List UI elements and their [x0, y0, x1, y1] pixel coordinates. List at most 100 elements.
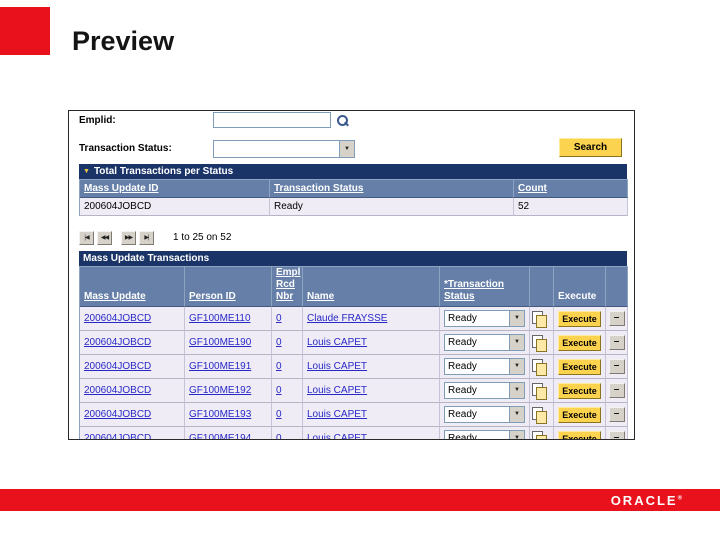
name-link[interactable]: Claude FRAYSSE [307, 313, 387, 324]
chevron-down-icon[interactable]: ▼ [509, 311, 524, 326]
person-id-link[interactable]: GF100ME193 [189, 409, 251, 420]
pagination: |◀ ◀◀ ▶▶ ▶| 1 to 25 on 52 [79, 230, 231, 245]
mass-update-link[interactable]: 200604JOBCD [84, 313, 151, 324]
mass-update-link[interactable]: 200604JOBCD [84, 337, 151, 348]
pagination-label: 1 to 25 on 52 [173, 232, 232, 243]
transfer-detail-icon[interactable] [532, 407, 547, 424]
name-link[interactable]: Louis CAPET [307, 409, 367, 420]
chevron-down-icon[interactable]: ▼ [509, 359, 524, 374]
row-status-select[interactable]: Ready ▼ [444, 310, 525, 327]
delete-row-button[interactable]: – [608, 335, 625, 350]
search-button[interactable]: Search [559, 138, 622, 157]
oracle-logo: ORACLE® [610, 493, 682, 508]
empl-rcd-link[interactable]: 0 [276, 313, 282, 324]
row-status-select[interactable]: Ready ▼ [444, 358, 525, 375]
execute-button[interactable]: Execute [558, 430, 601, 439]
execute-button[interactable]: Execute [558, 406, 601, 423]
mass-update-link[interactable]: 200604JOBCD [84, 385, 151, 396]
column-header-execute: Execute [554, 266, 606, 307]
mass-update-link[interactable]: 200604JOBCD [84, 433, 151, 439]
delete-row-button[interactable]: – [608, 431, 625, 439]
transaction-status-label: Transaction Status: [79, 143, 172, 154]
chevron-down-icon[interactable]: ▼ [509, 407, 524, 422]
column-header-transaction-status[interactable]: Transaction Status [270, 179, 514, 198]
name-link[interactable]: Louis CAPET [307, 433, 367, 439]
name-link[interactable]: Louis CAPET [307, 385, 367, 396]
last-page-button[interactable]: ▶| [139, 230, 154, 245]
transfer-detail-icon[interactable] [532, 335, 547, 352]
column-header-transaction-status[interactable]: *Transaction Status [440, 266, 530, 307]
column-header-person-id[interactable]: Person ID [185, 266, 272, 307]
person-id-link[interactable]: GF100ME110 [189, 313, 251, 324]
lookup-icon[interactable] [336, 114, 349, 127]
name-link[interactable]: Louis CAPET [307, 361, 367, 372]
summary-table: Mass Update ID Transaction Status Count … [79, 179, 628, 216]
chevron-down-icon[interactable]: ▼ [339, 141, 354, 157]
person-id-link[interactable]: GF100ME194 [189, 433, 251, 439]
transactions-grid: Mass Update Person ID Empl Rcd Nbr Name *T… [79, 266, 628, 439]
transfer-detail-icon[interactable] [532, 359, 547, 376]
next-page-button[interactable]: ▶▶ [121, 230, 136, 245]
column-header-count[interactable]: Count [514, 179, 628, 198]
grid-section-title: Mass Update Transactions [83, 253, 210, 264]
summary-section-title: Total Transactions per Status [93, 166, 234, 177]
empl-rcd-link[interactable]: 0 [276, 337, 282, 348]
person-id-link[interactable]: GF100ME192 [189, 385, 251, 396]
emplid-label: Emplid: [79, 115, 116, 126]
footer-bar: ORACLE® [0, 489, 720, 511]
column-header-icons [530, 266, 554, 307]
column-header-empl-rcd-nbr[interactable]: Empl Rcd Nbr [272, 266, 303, 307]
table-row: 200604JOBCD GF100ME193 0 Louis CAPET Rea… [80, 403, 628, 427]
mass-update-link[interactable]: 200604JOBCD [84, 361, 151, 372]
delete-row-button[interactable]: – [608, 383, 625, 398]
summary-row: 200604JOBCD Ready 52 [80, 198, 628, 216]
empl-rcd-link[interactable]: 0 [276, 361, 282, 372]
transfer-detail-icon[interactable] [532, 311, 547, 328]
slide-title: Preview [72, 26, 175, 56]
row-status-select[interactable]: Ready ▼ [444, 382, 525, 399]
summary-section-header[interactable]: ▼ Total Transactions per Status [79, 164, 627, 179]
accent-square [0, 7, 50, 55]
empl-rcd-link[interactable]: 0 [276, 409, 282, 420]
grid-section-header: Mass Update Transactions [79, 251, 627, 266]
table-row: 200604JOBCD GF100ME190 0 Louis CAPET Rea… [80, 331, 628, 355]
first-page-button[interactable]: |◀ [79, 230, 94, 245]
chevron-down-icon[interactable]: ▼ [509, 431, 524, 439]
transaction-status-value [214, 141, 339, 157]
chevron-down-icon[interactable]: ▼ [509, 383, 524, 398]
column-header-actions [606, 266, 628, 307]
name-link[interactable]: Louis CAPET [307, 337, 367, 348]
emplid-input[interactable] [213, 112, 331, 128]
registered-mark: ® [677, 495, 682, 502]
row-status-select[interactable]: Ready ▼ [444, 406, 525, 423]
mass-update-link[interactable]: 200604JOBCD [84, 409, 151, 420]
column-header-name[interactable]: Name [303, 266, 440, 307]
chevron-down-icon[interactable]: ▼ [509, 335, 524, 350]
column-header-mass-update[interactable]: Mass Update [80, 266, 185, 307]
delete-row-button[interactable]: – [608, 359, 625, 374]
table-row: 200604JOBCD GF100ME194 0 Louis CAPET Rea… [80, 427, 628, 439]
transfer-detail-icon[interactable] [532, 383, 547, 400]
delete-row-button[interactable]: – [608, 407, 625, 422]
row-status-select[interactable]: Ready ▼ [444, 334, 525, 351]
empl-rcd-link[interactable]: 0 [276, 433, 282, 439]
delete-row-button[interactable]: – [608, 311, 625, 326]
person-id-link[interactable]: GF100ME191 [189, 361, 251, 372]
summary-count: 52 [514, 198, 628, 216]
collapse-icon[interactable]: ▼ [83, 168, 90, 175]
column-header-mass-update-id[interactable]: Mass Update ID [80, 179, 270, 198]
transfer-detail-icon[interactable] [532, 431, 547, 439]
previous-page-button[interactable]: ◀◀ [97, 230, 112, 245]
summary-mass-update-id: 200604JOBCD [80, 198, 270, 216]
transaction-status-select[interactable]: ▼ [213, 140, 355, 158]
execute-button[interactable]: Execute [558, 310, 601, 327]
table-row: 200604JOBCD GF100ME110 0 Claude FRAYSSE … [80, 307, 628, 331]
execute-button[interactable]: Execute [558, 382, 601, 399]
empl-rcd-link[interactable]: 0 [276, 385, 282, 396]
row-status-select[interactable]: Ready ▼ [444, 430, 525, 439]
execute-button[interactable]: Execute [558, 334, 601, 351]
execute-button[interactable]: Execute [558, 358, 601, 375]
summary-transaction-status: Ready [270, 198, 514, 216]
table-row: 200604JOBCD GF100ME191 0 Louis CAPET Rea… [80, 355, 628, 379]
person-id-link[interactable]: GF100ME190 [189, 337, 251, 348]
